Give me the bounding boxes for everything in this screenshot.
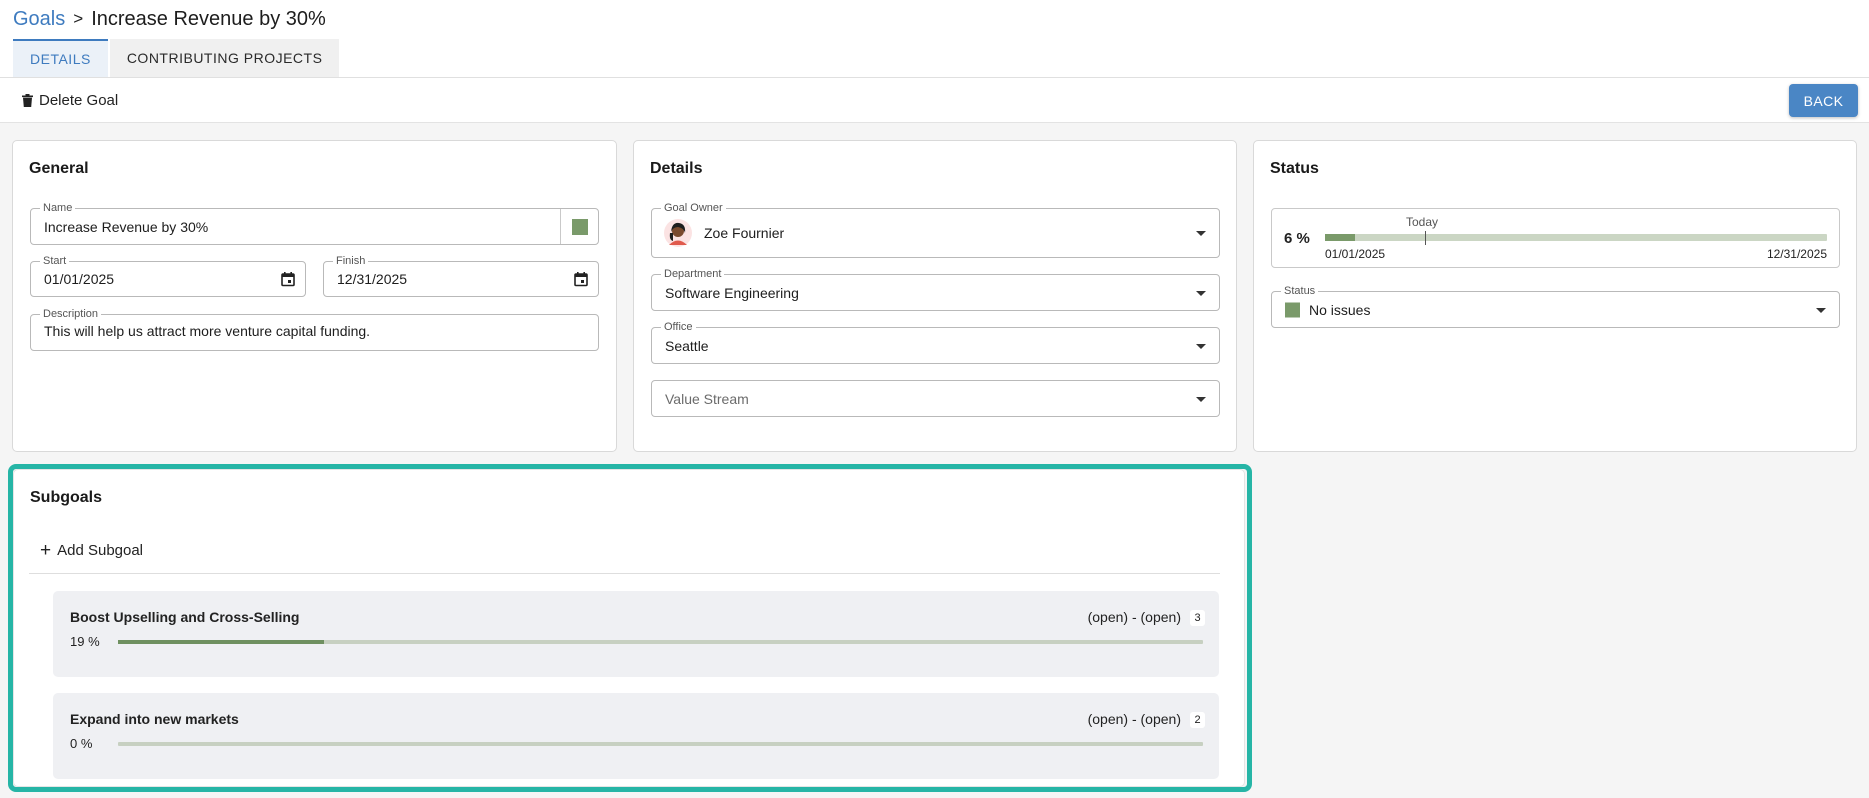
subgoals-divider [29, 573, 1220, 574]
office-select[interactable]: Office Seattle [651, 320, 1220, 364]
calendar-icon[interactable] [281, 272, 295, 287]
office-label: Office [661, 320, 696, 334]
subgoal-progress-bar [118, 742, 1203, 746]
description-value: This will help us attract more venture c… [44, 323, 371, 339]
delete-goal-button[interactable]: Delete Goal [22, 88, 118, 112]
details-title: Details [650, 160, 703, 177]
status-title: Status [1270, 160, 1319, 177]
subgoals-title: Subgoals [30, 489, 103, 506]
start-date-field[interactable]: Start 01/01/2025 [30, 254, 306, 297]
goal-progress-percent: 6 % [1284, 230, 1310, 247]
status-progress-box: 6 % Today 01/01/2025 12/31/2025 [1271, 208, 1840, 268]
tab-details[interactable]: DETAILS [13, 39, 108, 77]
chevron-down-icon[interactable] [1196, 231, 1206, 236]
description-label: Description [40, 307, 102, 321]
chevron-down-icon[interactable] [1196, 290, 1206, 296]
back-button[interactable]: BACK [1789, 84, 1858, 117]
description-field[interactable]: Description This will help us attract mo… [30, 307, 599, 351]
subgoal-percent: 0 % [70, 736, 93, 751]
plus-icon: + [40, 539, 52, 561]
chevron-down-icon[interactable] [1816, 307, 1826, 313]
finish-value: 12/31/2025 [337, 271, 408, 287]
status-color-swatch [1285, 302, 1300, 317]
status-value: No issues [1309, 301, 1371, 318]
status-start-date: 01/01/2025 [1325, 247, 1386, 261]
value-stream-placeholder: Value Stream [665, 390, 749, 407]
department-label: Department [661, 267, 725, 281]
chevron-down-icon[interactable] [1196, 343, 1206, 349]
breadcrumb-separator: > [73, 9, 84, 28]
name-field[interactable]: Name Increase Revenue by 30% [30, 201, 599, 245]
tab-divider [0, 77, 1869, 78]
subgoal-count-badge: 3 [1190, 610, 1205, 626]
tab-bar: DETAILS CONTRIBUTING PROJECTS [13, 39, 340, 77]
today-marker [1425, 231, 1427, 245]
start-label: Start [40, 254, 70, 268]
add-subgoal-button[interactable]: + Add Subgoal [40, 540, 143, 560]
subgoal-progress-fill [118, 640, 325, 644]
status-card: Status 6 % Today 01/01/2025 12/31/2025 S… [1253, 140, 1857, 452]
today-label: Today [1406, 215, 1439, 229]
breadcrumb-goals-link[interactable]: Goals [13, 8, 65, 31]
start-value: 01/01/2025 [44, 271, 115, 287]
details-card: Details Goal Owner Zoe Fournier Departme… [633, 140, 1237, 452]
tab-contributing-projects[interactable]: CONTRIBUTING PROJECTS [109, 39, 340, 77]
department-select[interactable]: Department Software Engineering [651, 267, 1220, 311]
status-label: Status [1281, 284, 1319, 298]
list-item[interactable]: Expand into new markets (open) - (open) … [53, 693, 1219, 779]
general-title: General [29, 160, 89, 177]
avatar [664, 219, 692, 247]
subgoal-dates: (open) - (open) [1087, 711, 1181, 727]
goal-owner-value: Zoe Fournier [704, 225, 785, 241]
status-select[interactable]: Status No issues [1271, 284, 1840, 328]
add-subgoal-label: Add Subgoal [57, 541, 144, 559]
general-card: General Name Increase Revenue by 30% Sta… [12, 140, 617, 452]
breadcrumb: Goals > Increase Revenue by 30% [13, 6, 326, 32]
goal-color-swatch [571, 218, 588, 235]
subgoal-percent: 19 % [70, 634, 100, 649]
goal-progress-fill [1325, 234, 1356, 241]
goal-progress-bar [1325, 231, 1827, 245]
finish-date-field[interactable]: Finish 12/31/2025 [323, 254, 599, 297]
office-value: Seattle [665, 337, 709, 354]
list-item[interactable]: Boost Upselling and Cross-Selling (open)… [53, 591, 1219, 677]
delete-goal-label: Delete Goal [39, 91, 119, 109]
calendar-icon[interactable] [574, 272, 588, 287]
goal-color-picker[interactable] [560, 209, 598, 244]
trash-icon [22, 93, 33, 107]
name-label: Name [40, 201, 76, 215]
page-title: Increase Revenue by 30% [91, 7, 326, 30]
department-value: Software Engineering [665, 284, 799, 301]
subgoal-name: Boost Upselling and Cross-Selling [70, 609, 300, 625]
chevron-down-icon[interactable] [1196, 396, 1206, 402]
status-end-date: 12/31/2025 [1766, 247, 1827, 261]
goal-owner-label: Goal Owner [661, 201, 726, 215]
value-stream-select[interactable]: Value Stream [651, 380, 1220, 417]
goal-owner-select[interactable]: Goal Owner Zoe Fournier [651, 201, 1220, 258]
finish-label: Finish [333, 254, 369, 268]
subgoal-dates: (open) - (open) [1087, 609, 1181, 625]
subgoal-name: Expand into new markets [70, 711, 239, 727]
top-bar: Goals > Increase Revenue by 30% DETAILS … [0, 0, 1869, 123]
subgoal-progress-bar [118, 640, 1203, 644]
subgoal-count-badge: 2 [1190, 712, 1205, 728]
name-value: Increase Revenue by 30% [44, 218, 209, 235]
